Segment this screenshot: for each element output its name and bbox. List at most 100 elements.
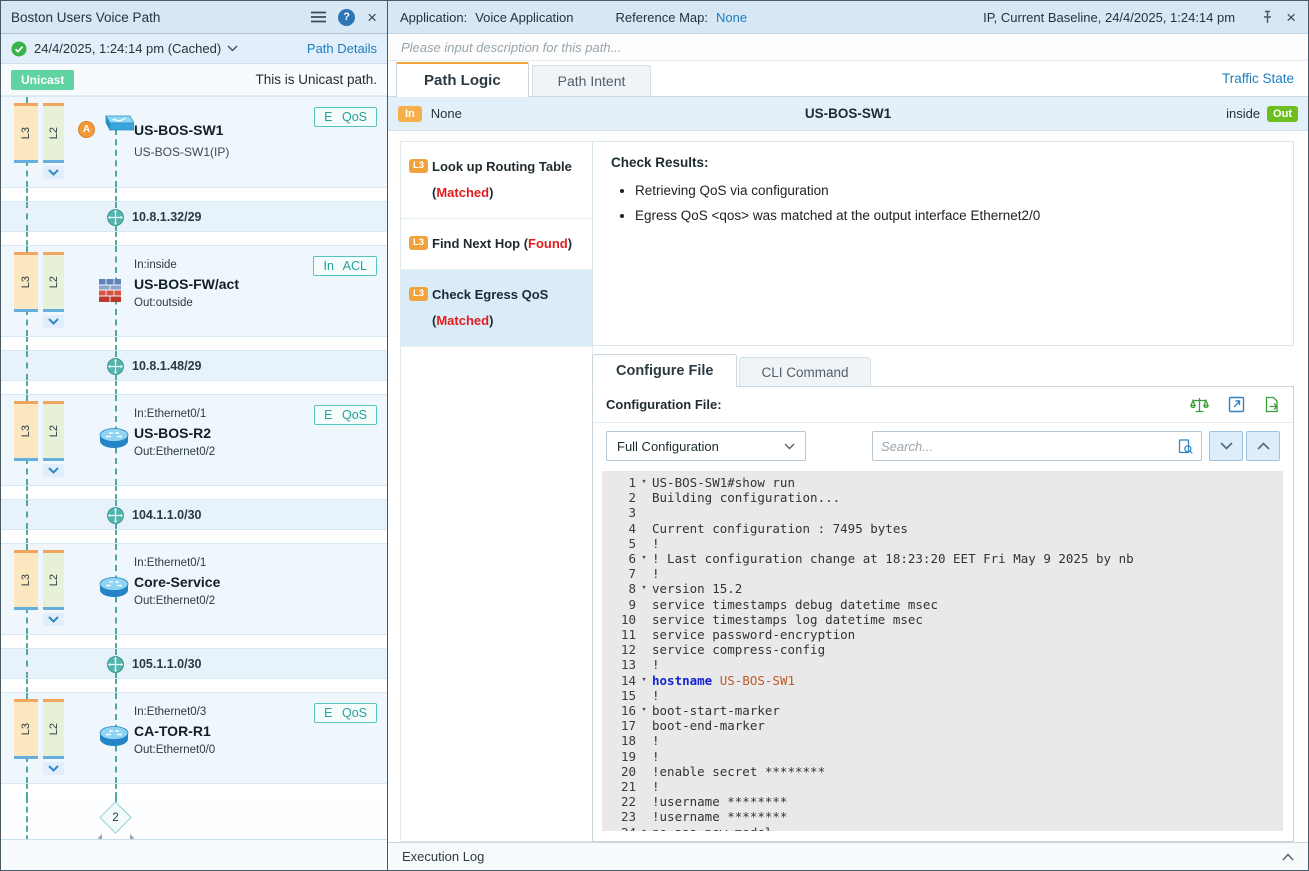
device-badge-in-acl[interactable]: In ACL [313, 256, 377, 276]
code-line-text: ! [652, 688, 660, 703]
path-gap [1, 188, 387, 201]
step-item-1[interactable]: L3Look up Routing Table (Matched) [401, 142, 592, 219]
config-search-box [872, 431, 1202, 461]
link-subnet-label: 10.8.1.32/29 [132, 202, 202, 233]
reference-map-value[interactable]: None [716, 10, 747, 25]
step-item-2[interactable]: L3Find Next Hop (Found) [401, 219, 592, 270]
device-name: US-BOS-R2 [134, 425, 215, 441]
layer-tab-l2[interactable]: L2 [43, 103, 64, 163]
config-tabs: Configure File CLI Command [592, 353, 1294, 386]
network-globe-icon [107, 656, 124, 678]
layer-tab-l2[interactable]: L2 [43, 550, 64, 610]
fold-marker-icon[interactable]: ▾ [636, 703, 652, 718]
compare-icon[interactable] [1190, 396, 1209, 414]
check-result-item: Retrieving QoS via configuration [635, 183, 1275, 198]
multipath-diamond[interactable]: 2 [99, 801, 132, 834]
config-code-viewer[interactable]: 1▾US-BOS-SW1#show run2Building configura… [602, 471, 1283, 831]
device-info: In:insideUS-BOS-FW/actOut:outside [134, 246, 239, 309]
fold-spacer [636, 612, 652, 627]
description-field[interactable]: Please input description for this path..… [388, 34, 1308, 61]
device-node-Core-Service[interactable]: L3L2 In:Ethernet0/1Core-ServiceOut:Ethern… [1, 543, 387, 635]
link-node-104-1-1-0-30[interactable]: 104.1.1.0/30 [1, 499, 387, 530]
code-line-text: Current configuration : 7495 bytes [652, 521, 908, 536]
device-node-US-BOS-R2[interactable]: L3L2In:Ethernet0/1US-BOS-R2Out:Ethernet0… [1, 394, 387, 486]
open-in-new-icon[interactable] [1228, 396, 1245, 413]
device-node-US-BOS-FW/act[interactable]: L3L2In:insideUS-BOS-FW/actOut:outsideIn … [1, 245, 387, 337]
layer-tab-l3[interactable]: L3 [14, 103, 38, 163]
fold-marker-icon[interactable]: ▾ [636, 581, 652, 596]
layer-tab-l3[interactable]: L3 [14, 401, 38, 461]
tab-path-intent[interactable]: Path Intent [532, 65, 652, 96]
code-line: 24▾no aaa new-model [604, 825, 1283, 831]
code-line: 10service timestamps log datetime msec [604, 612, 1283, 627]
search-next-button[interactable] [1209, 431, 1243, 461]
step-status: Matched [436, 185, 489, 200]
fold-marker-icon[interactable]: ▾ [636, 825, 652, 831]
fold-marker-icon[interactable]: ▾ [636, 475, 652, 490]
layer-tab-l3[interactable]: L3 [14, 252, 38, 312]
device-node-CA-TOR-R1[interactable]: L3L2In:Ethernet0/3CA-TOR-R1Out:Ethernet0… [1, 692, 387, 784]
expand-layers-icon[interactable] [43, 315, 64, 328]
device-badge-e-qos[interactable]: E QoS [314, 703, 377, 723]
check-results-panel: Check Results: Retrieving QoS via config… [592, 141, 1294, 346]
path-dashed-line-left [26, 784, 28, 797]
layer-tab-l2[interactable]: L2 [43, 401, 64, 461]
fold-spacer [636, 809, 652, 824]
timestamp-dropdown-icon[interactable] [227, 45, 238, 52]
layer-tab-l3[interactable]: L3 [14, 550, 38, 610]
device-name: CA-TOR-R1 [134, 723, 215, 739]
device-badge-e-qos[interactable]: E QoS [314, 107, 377, 127]
device-node-US-BOS-SW1[interactable]: L3L2AUS-BOS-SW1US-BOS-SW1(IP)E QoS [1, 96, 387, 188]
search-prev-button[interactable] [1246, 431, 1280, 461]
execution-log-bar[interactable]: Execution Log [388, 842, 1308, 870]
menu-icon[interactable] [311, 11, 326, 23]
expand-layers-icon[interactable] [43, 613, 64, 626]
path-details-link[interactable]: Path Details [307, 41, 377, 56]
fold-marker-icon[interactable]: ▾ [636, 551, 652, 566]
fold-spacer [636, 597, 652, 612]
code-line: 8▾version 15.2 [604, 581, 1283, 596]
step-item-3[interactable]: L3Check Egress QoS (Matched) [401, 270, 592, 347]
device-badge-e-qos[interactable]: E QoS [314, 405, 377, 425]
config-search-input[interactable] [881, 439, 1178, 454]
layer-tab-l2[interactable]: L2 [43, 699, 64, 759]
device-name: US-BOS-FW/act [134, 276, 239, 292]
tab-configure-file[interactable]: Configure File [592, 354, 737, 387]
code-line-text: service password-encryption [652, 627, 855, 642]
close-detail-icon[interactable]: × [1286, 9, 1296, 26]
path-dashed-line-center [115, 337, 117, 350]
fold-marker-icon[interactable]: ▾ [636, 673, 652, 688]
code-line-text: boot-end-marker [652, 718, 765, 733]
layer-tab-l2-label: L2 [48, 723, 60, 735]
traffic-state-link[interactable]: Traffic State [1222, 71, 1294, 86]
config-type-dropdown[interactable]: Full Configuration [606, 431, 806, 461]
collapse-up-icon[interactable] [1282, 853, 1294, 861]
code-line-text: ! [652, 657, 660, 672]
tab-cli-command[interactable]: CLI Command [739, 357, 870, 386]
code-line-text: version 15.2 [652, 581, 742, 596]
layer-tab-l2[interactable]: L2 [43, 252, 64, 312]
layer-tab-l3-label: L3 [20, 425, 32, 437]
link-node-105-1-1-0-30[interactable]: 105.1.1.0/30 [1, 648, 387, 679]
reference-map-label: Reference Map: [616, 10, 709, 25]
expand-layers-icon[interactable] [43, 166, 64, 179]
layer-tab-l3[interactable]: L3 [14, 699, 38, 759]
fold-spacer [636, 764, 652, 779]
pin-icon[interactable] [1261, 10, 1274, 24]
config-panel: Configuration File: [592, 386, 1294, 842]
close-panel-icon[interactable]: × [367, 9, 377, 26]
help-icon[interactable]: ? [338, 9, 355, 26]
device-bar: US-BOS-SW1 In None inside Out [388, 97, 1308, 131]
expand-layers-icon[interactable] [43, 464, 64, 477]
search-in-doc-icon[interactable] [1178, 439, 1193, 454]
tab-path-logic[interactable]: Path Logic [396, 62, 529, 97]
code-line: 6▾! Last configuration change at 18:23:2… [604, 551, 1283, 566]
link-node-10-8-1-48-29[interactable]: 10.8.1.48/29 [1, 350, 387, 381]
device-info: In:Ethernet0/1Core-ServiceOut:Ethernet0/… [134, 544, 220, 607]
link-node-10-8-1-32-29[interactable]: 10.8.1.32/29 [1, 201, 387, 232]
device-in-interface: In:inside [134, 259, 239, 271]
expand-layers-icon[interactable] [43, 762, 64, 775]
export-file-icon[interactable] [1264, 396, 1280, 413]
code-line-text: ! Last configuration change at 18:23:20 … [652, 551, 1134, 566]
code-line-number: 11 [604, 627, 636, 642]
